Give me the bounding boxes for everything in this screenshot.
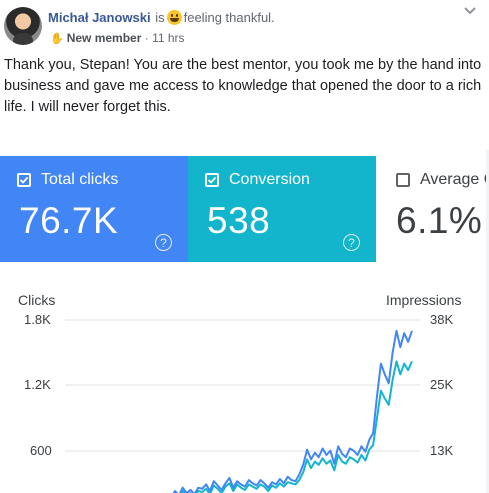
card-label: Conversion [229,171,310,188]
waving-hand-icon: ✋ [50,33,64,45]
post-meta: ✋ New member · 11 hrs [50,31,185,45]
more-dots-icon[interactable] [463,6,477,16]
metrics-cards: Total clicks 76.7K ? Conversion 538 ? Av… [0,156,489,262]
post-time[interactable]: · 11 hrs [145,31,185,45]
average-card[interactable]: Average C 6.1% [376,156,489,262]
clicks-series-line [172,329,413,493]
card-value: 76.7K [19,200,119,241]
card-value: 538 [207,200,271,241]
author-name[interactable]: Michał Janowski [48,10,151,25]
post-title-line: Michał Janowski is feeling thankful. [48,10,275,25]
conversion-card[interactable]: Conversion 538 ? [188,156,376,262]
chart-plot [65,319,420,493]
card-label: Average C [420,171,489,188]
avatar[interactable] [4,7,42,45]
card-value: 6.1% [396,200,483,241]
performance-chart: Clicks Impressions 1.8K 1.2K 600 38K 25K… [0,262,489,493]
post-text: Thank you, Stepan! You are the best ment… [4,57,482,115]
conversion-series-line [180,360,413,493]
feeling-text: feeling thankful. [183,10,275,25]
checkbox-icon[interactable] [396,173,410,187]
checkbox-icon[interactable] [205,173,219,187]
help-icon[interactable]: ? [343,234,360,251]
verb-text: is [155,10,165,25]
total-clicks-card[interactable]: Total clicks 76.7K ? [0,156,188,262]
card-label: Total clicks [41,171,119,188]
checkbox-icon[interactable] [17,173,31,187]
help-icon[interactable]: ? [155,234,172,251]
member-badge[interactable]: New member [67,31,142,45]
post-header: Michał Janowski is feeling thankful. ✋ New… [0,0,489,52]
smiling-face-icon [166,10,182,25]
